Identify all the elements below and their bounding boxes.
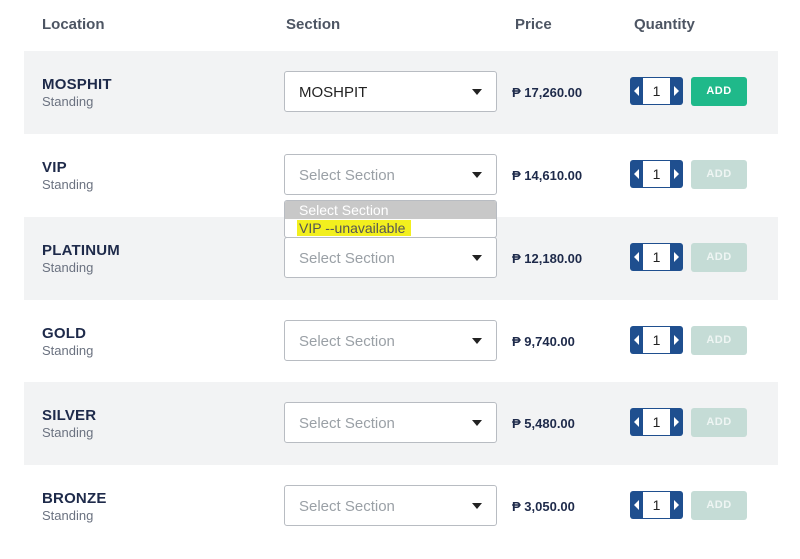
section-select[interactable]: Select Section (284, 154, 497, 195)
right-arrow-icon[interactable] (670, 408, 683, 436)
section-select[interactable]: Select Section (284, 485, 497, 526)
ticket-row-silver: SILVER Standing Select Section ₱ 5,480.0… (24, 382, 778, 465)
dropdown-option-vip-label: VIP --unavailable (297, 220, 412, 236)
quantity-value[interactable]: 1 (643, 77, 670, 105)
location-type: Standing (42, 343, 94, 358)
ticket-price: ₱ 9,740.00 (512, 334, 575, 349)
quantity-stepper: 1 (630, 408, 683, 436)
quantity-value[interactable]: 1 (643, 408, 670, 436)
section-select-value: Select Section (299, 415, 395, 432)
caret-down-icon (472, 338, 482, 344)
left-arrow-icon[interactable] (630, 160, 643, 188)
ticket-price: ₱ 5,480.00 (512, 416, 575, 431)
add-button[interactable]: ADD (691, 326, 747, 355)
quantity-value[interactable]: 1 (643, 243, 670, 271)
section-select-value: MOSHPIT (299, 84, 368, 101)
right-arrow-icon[interactable] (670, 77, 683, 105)
location-type: Standing (42, 177, 94, 192)
section-select-value: Select Section (299, 498, 395, 515)
quantity-value[interactable]: 1 (643, 160, 670, 188)
ticket-row-bronze: BRONZE Standing Select Section ₱ 3,050.0… (24, 465, 778, 548)
section-select[interactable]: Select Section (284, 402, 497, 443)
ticket-row-mosphit: MOSPHIT Standing MOSHPIT ₱ 17,260.00 1 A… (24, 51, 778, 134)
caret-down-icon (472, 89, 482, 95)
location-name: SILVER (42, 407, 97, 424)
section-dropdown-list: Select Section VIP --unavailable (284, 200, 497, 238)
left-arrow-icon[interactable] (630, 491, 643, 519)
location-name: BRONZE (42, 490, 107, 507)
section-select[interactable]: Select Section (284, 237, 497, 278)
header-quantity: Quantity (634, 16, 695, 33)
location-type: Standing (42, 425, 94, 440)
section-select-value: Select Section (299, 250, 395, 267)
left-arrow-icon[interactable] (630, 243, 643, 271)
location-type: Standing (42, 508, 94, 523)
left-arrow-icon[interactable] (630, 408, 643, 436)
quantity-value[interactable]: 1 (643, 326, 670, 354)
ticket-price: ₱ 14,610.00 (512, 168, 583, 183)
location-type: Standing (42, 260, 94, 275)
location-type: Standing (42, 94, 94, 109)
caret-down-icon (472, 503, 482, 509)
left-arrow-icon[interactable] (630, 77, 643, 105)
section-select-value: Select Section (299, 167, 395, 184)
right-arrow-icon[interactable] (670, 326, 683, 354)
add-button[interactable]: ADD (691, 77, 747, 106)
caret-down-icon (472, 255, 482, 261)
header-section: Section (286, 16, 341, 33)
table-header: Location Section Price Quantity (0, 0, 800, 50)
location-name: PLATINUM (42, 242, 120, 259)
quantity-stepper: 1 (630, 491, 683, 519)
header-location: Location (42, 16, 105, 33)
add-button[interactable]: ADD (691, 491, 747, 520)
quantity-stepper: 1 (630, 160, 683, 188)
add-button[interactable]: ADD (691, 408, 747, 437)
caret-down-icon (472, 172, 482, 178)
location-name: GOLD (42, 325, 87, 342)
dropdown-option-vip[interactable]: VIP --unavailable (285, 219, 496, 237)
ticket-price: ₱ 17,260.00 (512, 85, 583, 100)
quantity-stepper: 1 (630, 77, 683, 105)
quantity-stepper: 1 (630, 326, 683, 354)
location-name: MOSPHIT (42, 76, 112, 93)
ticket-row-gold: GOLD Standing Select Section ₱ 9,740.00 … (24, 300, 778, 383)
location-name: VIP (42, 159, 67, 176)
ticket-price: ₱ 12,180.00 (512, 251, 583, 266)
quantity-value[interactable]: 1 (643, 491, 670, 519)
add-button[interactable]: ADD (691, 243, 747, 272)
right-arrow-icon[interactable] (670, 243, 683, 271)
quantity-stepper: 1 (630, 243, 683, 271)
dropdown-option-select-section[interactable]: Select Section (285, 201, 496, 219)
section-select-value: Select Section (299, 333, 395, 350)
left-arrow-icon[interactable] (630, 326, 643, 354)
header-price: Price (515, 16, 552, 33)
caret-down-icon (472, 420, 482, 426)
right-arrow-icon[interactable] (670, 160, 683, 188)
section-select[interactable]: Select Section (284, 320, 497, 361)
add-button[interactable]: ADD (691, 160, 747, 189)
ticket-price: ₱ 3,050.00 (512, 499, 575, 514)
section-select[interactable]: MOSHPIT (284, 71, 497, 112)
right-arrow-icon[interactable] (670, 491, 683, 519)
